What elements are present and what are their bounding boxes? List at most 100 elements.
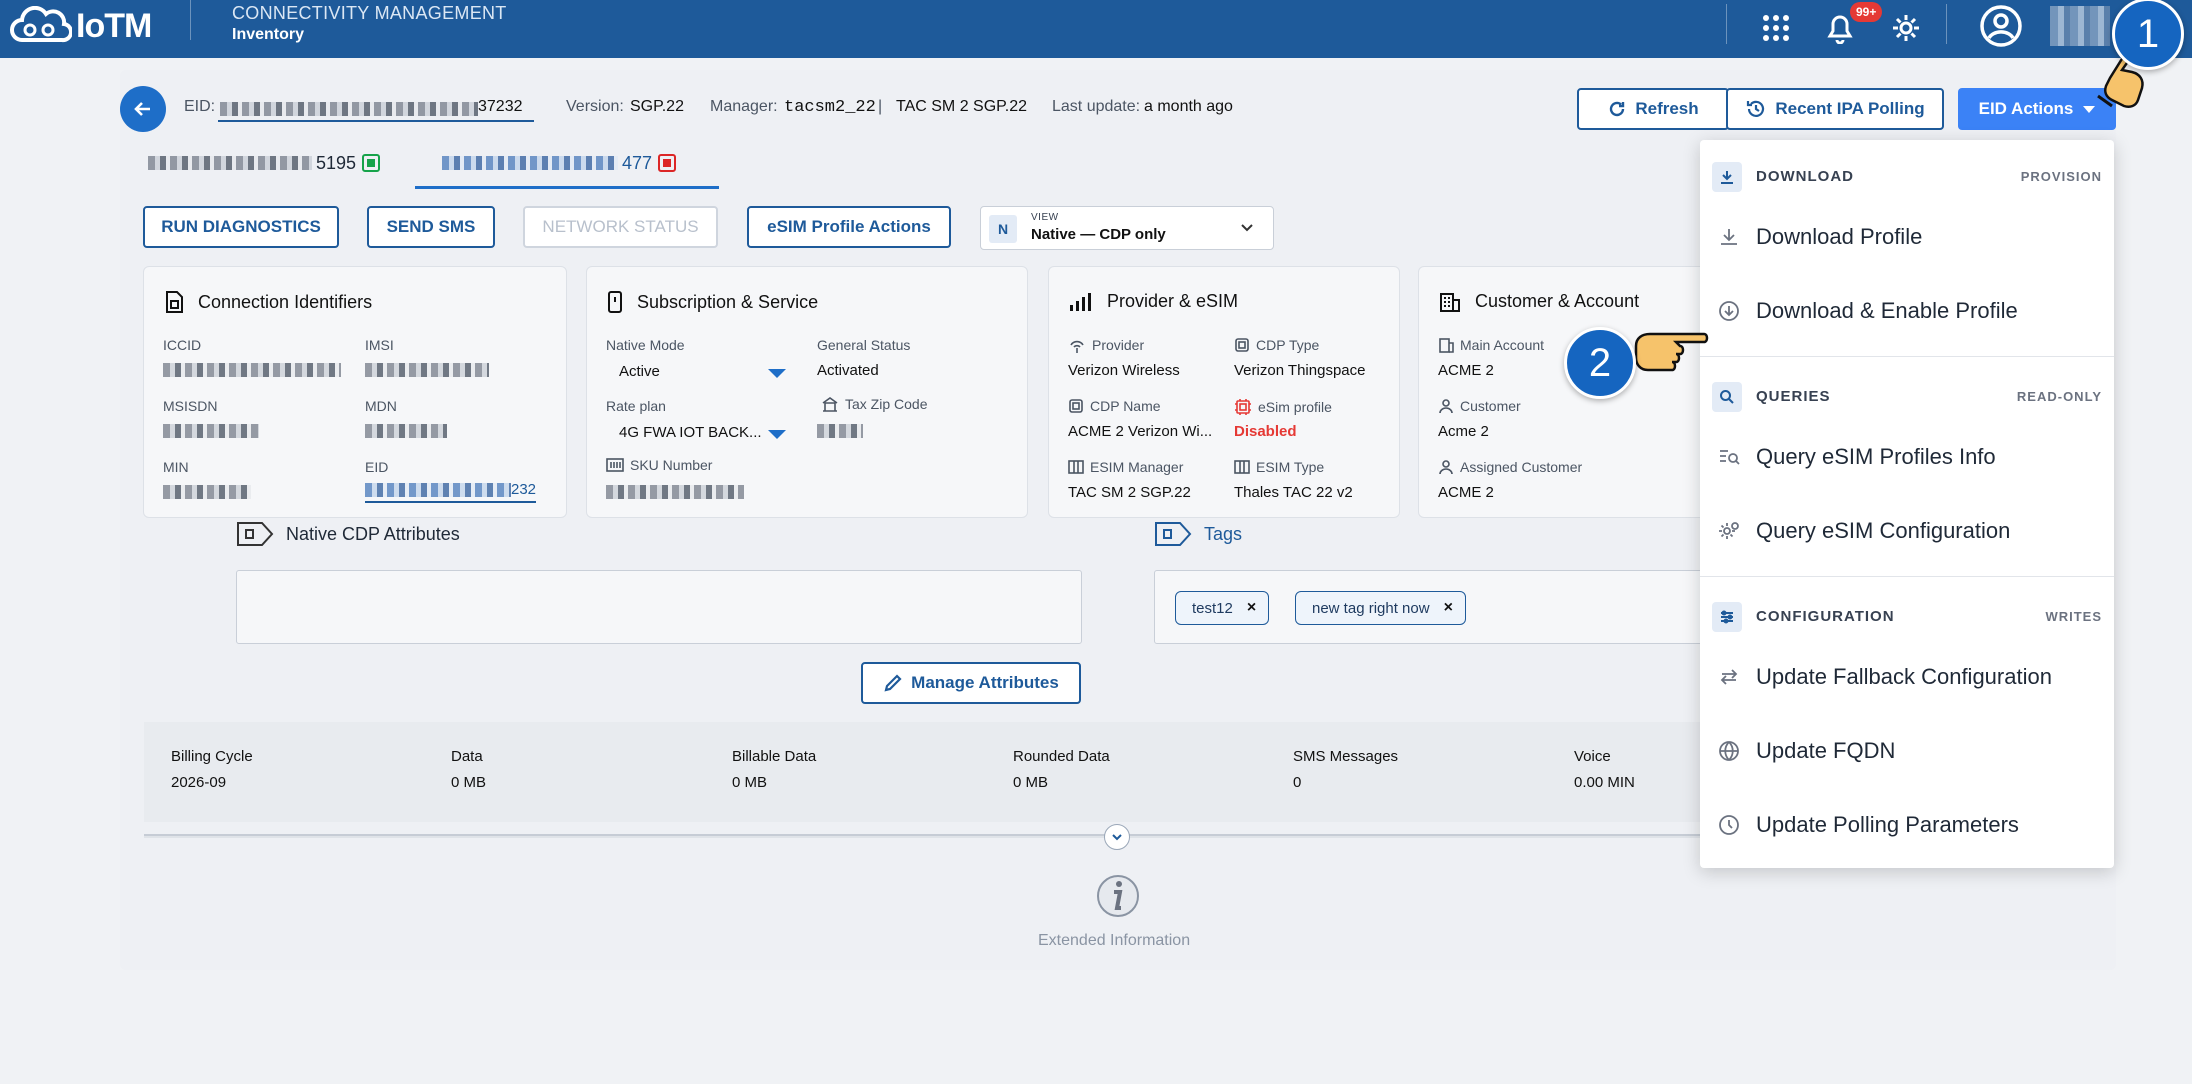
imsi-redacted xyxy=(365,361,489,379)
gear-icon[interactable] xyxy=(1886,8,1926,48)
step-marker-1: 1 xyxy=(2112,0,2184,70)
rounded-data-value: 0 MB xyxy=(1013,774,1049,791)
manage-attributes-button[interactable]: Manage Attributes xyxy=(861,662,1081,704)
voice-header: Voice xyxy=(1574,748,1611,765)
section-tag: WRITES xyxy=(2045,609,2102,624)
menu-item-download-profile[interactable]: Download Profile xyxy=(1700,206,2114,266)
customer-label: Customer xyxy=(1438,398,1521,414)
native-cdp-attributes-title: Native CDP Attributes xyxy=(286,523,460,544)
customer-title: Customer & Account xyxy=(1475,291,1640,311)
step-marker-2: 2 xyxy=(1564,327,1636,399)
view-badge: N xyxy=(989,215,1017,243)
esim-type-text: ESIM Type xyxy=(1256,459,1325,475)
cdp-name-label: CDP Name xyxy=(1068,398,1161,414)
section-name: CONFIGURATION xyxy=(1756,608,1895,625)
connection-identifiers-title: Connection Identifiers xyxy=(198,291,373,312)
recent-ipa-polling-button[interactable]: Recent IPA Polling xyxy=(1726,88,1944,130)
eid-actions-menu: DOWNLOAD PROVISION Download Profile Down… xyxy=(1700,140,2114,868)
assigned-customer-text: Assigned Customer xyxy=(1460,459,1583,475)
view-label: VIEW xyxy=(1031,212,1059,223)
native-mode-dropdown-icon[interactable] xyxy=(768,369,786,378)
data-value: 0 MB xyxy=(451,774,487,791)
sku-label: SKU Number xyxy=(606,457,712,473)
remove-tag-icon[interactable]: × xyxy=(1247,599,1256,617)
tag-chip[interactable]: test12 × xyxy=(1175,591,1270,625)
menu-item-label: Update Polling Parameters xyxy=(1756,812,2019,837)
refresh-label: Refresh xyxy=(1635,99,1699,118)
menu-divider xyxy=(1700,576,2114,577)
extended-information-label[interactable]: Extended Information xyxy=(1038,932,1190,950)
tab-id-redacted xyxy=(442,156,618,170)
menu-item-update-fallback-configuration[interactable]: Update Fallback Configuration xyxy=(1700,646,2114,706)
menu-item-update-polling-parameters[interactable]: Update Polling Parameters xyxy=(1700,794,2114,854)
card-title: Connection Identifiers xyxy=(164,291,372,313)
send-sms-button[interactable]: SEND SMS xyxy=(367,206,495,248)
billing-summary: Billing Cycle 2026-09 Data 0 MB Billable… xyxy=(144,722,1714,822)
pointing-hand-icon xyxy=(1634,332,1709,372)
eid-field-link[interactable]: 232 xyxy=(365,481,537,503)
rate-plan-dropdown-icon[interactable] xyxy=(768,430,786,439)
menu-item-download-enable-profile[interactable]: Download & Enable Profile xyxy=(1700,280,2114,340)
refresh-button[interactable]: Refresh xyxy=(1577,88,1729,130)
tab-suffix: 477 xyxy=(622,152,653,173)
building-icon xyxy=(1439,338,1454,353)
esim-chip-icon xyxy=(1235,399,1251,415)
menu-divider xyxy=(1700,356,2114,357)
back-button[interactable] xyxy=(120,86,166,132)
provider-label-text: Provider xyxy=(1092,337,1145,353)
chevron-down-icon xyxy=(1112,834,1122,841)
app-subtitle: Inventory xyxy=(232,26,305,43)
menu-item-update-fqdn[interactable]: Update FQDN xyxy=(1700,720,2114,780)
expand-toggle-button[interactable] xyxy=(1104,824,1130,850)
customer-value: Acme 2 xyxy=(1438,423,1489,440)
menu-item-label: Update FQDN xyxy=(1756,738,1896,763)
menu-item-query-esim-configuration[interactable]: Query eSIM Configuration xyxy=(1700,500,2114,560)
tag-text: test12 xyxy=(1192,599,1233,617)
customer-text: Customer xyxy=(1460,398,1521,414)
esim-profile-label: eSim profile xyxy=(1234,398,1332,416)
rate-plan-value[interactable]: 4G FWA IOT BACK... xyxy=(619,424,762,441)
menu-section-configuration: CONFIGURATION WRITES xyxy=(1700,596,2114,636)
apps-grid-icon[interactable] xyxy=(1756,8,1796,48)
tags-header: Tags xyxy=(1154,520,1242,548)
user-icon xyxy=(1439,399,1453,414)
billable-data-header: Billable Data xyxy=(732,748,817,765)
tab-profile-5195[interactable]: 5195 xyxy=(148,138,381,188)
user-avatar-icon[interactable] xyxy=(1978,3,2024,49)
section-tag: READ-ONLY xyxy=(2016,389,2102,404)
subscription-title: Subscription & Service xyxy=(637,291,819,312)
signal-bars-icon xyxy=(1070,292,1091,311)
remove-tag-icon[interactable]: × xyxy=(1444,599,1453,617)
menu-item-label: Query eSIM Configuration xyxy=(1756,518,2011,543)
card-title: Customer & Account xyxy=(1439,291,1639,312)
sim-card-icon xyxy=(166,291,183,313)
native-mode-value[interactable]: Active xyxy=(619,363,660,380)
esim-profile-actions-button[interactable]: eSIM Profile Actions xyxy=(747,206,951,248)
version-value: SGP.22 xyxy=(630,98,684,115)
tab-profile-477[interactable]: 477 xyxy=(442,138,677,188)
mdn-redacted xyxy=(365,422,447,440)
card-title: Subscription & Service xyxy=(607,291,818,313)
general-status-value: Activated xyxy=(817,362,879,379)
view-select[interactable]: N VIEW Native — CDP only xyxy=(980,206,1274,250)
manager-extra: TAC SM 2 SGP.22 xyxy=(896,98,1028,115)
section-divider xyxy=(144,834,1714,838)
connection-identifiers-card: Connection Identifiers ICCID IMSI MSISDN… xyxy=(143,266,567,518)
tag-chip[interactable]: new tag right now × xyxy=(1295,591,1466,625)
logo-text: IoTM xyxy=(76,6,152,45)
run-diagnostics-button[interactable]: RUN DIAGNOSTICS xyxy=(143,206,339,248)
eid-underline xyxy=(218,120,534,122)
info-icon[interactable] xyxy=(1096,872,1140,924)
eid-field-label: EID xyxy=(365,459,389,475)
mdn-label: MDN xyxy=(365,398,397,414)
provider-esim-card: Provider & eSIM Provider Verizon Wireles… xyxy=(1048,266,1400,518)
esim-type-value: Thales TAC 22 v2 xyxy=(1234,484,1353,501)
divider xyxy=(1946,4,1947,44)
sku-text: SKU Number xyxy=(630,457,713,473)
top-bar: IoTM CONNECTIVITY MANAGEMENT Inventory 9… xyxy=(0,0,2192,58)
iotm-logo[interactable]: IoTM xyxy=(8,6,152,46)
menu-item-query-esim-profiles[interactable]: Query eSIM Profiles Info xyxy=(1700,426,2114,486)
rounded-data-header: Rounded Data xyxy=(1013,748,1110,765)
eid-actions-label: EID Actions xyxy=(1978,99,2074,118)
network-status-button[interactable]: NETWORK STATUS xyxy=(523,206,718,248)
